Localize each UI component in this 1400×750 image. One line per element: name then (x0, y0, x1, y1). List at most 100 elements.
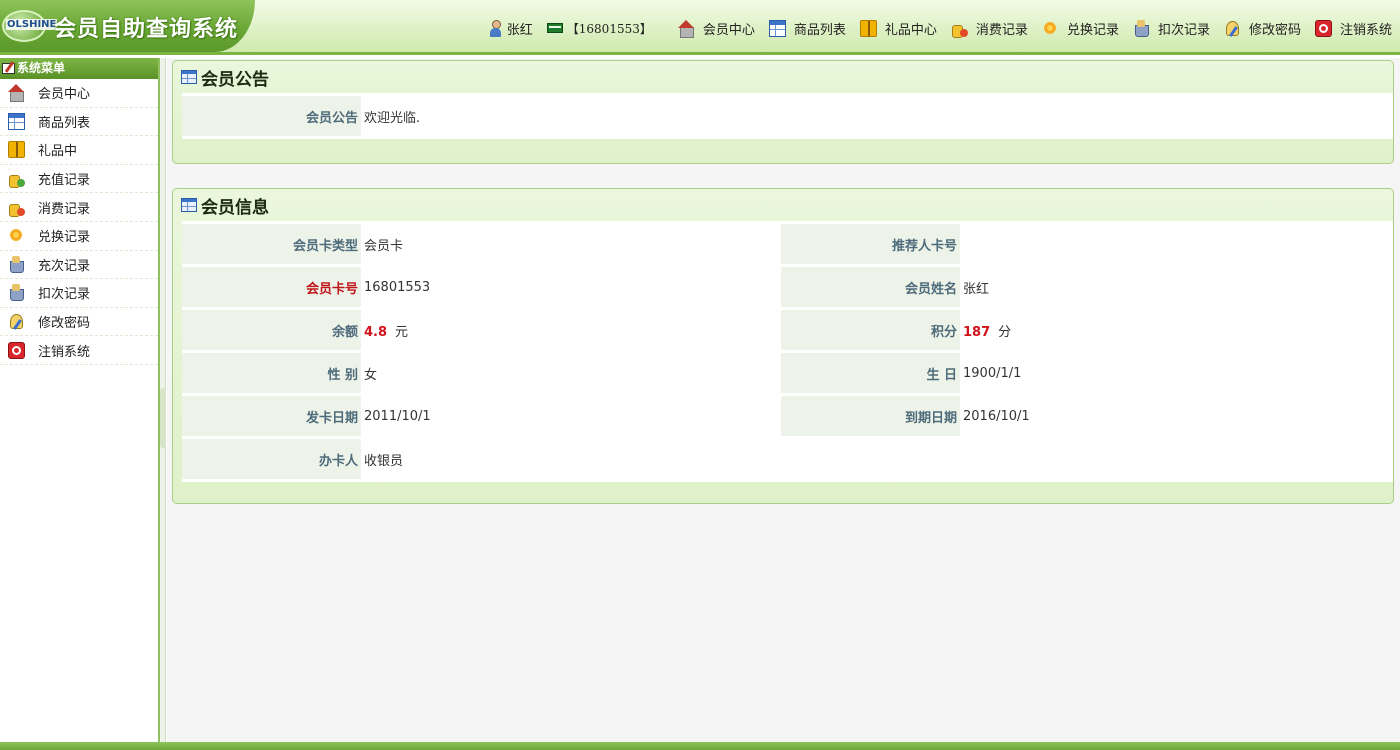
sidebar-item-label: 兑换记录 (38, 230, 91, 246)
flower-icon (1042, 20, 1059, 37)
coins-plus-icon (8, 170, 25, 189)
power-icon (1314, 19, 1332, 37)
sidebar-item-add-count-records[interactable]: 充次记录 (0, 251, 158, 280)
sidebar-item-member-center[interactable]: 会员中心 (0, 79, 158, 108)
top-header: OLSHINE 会员自助查询系统 张红 【16801553】 会员中心 商品列表… (0, 0, 1400, 55)
pencil-icon (1224, 20, 1241, 37)
points-label: 积分 (781, 310, 960, 350)
balance-unit: 元 (395, 324, 409, 340)
table-icon (8, 112, 25, 130)
sidebar-item-logout[interactable]: 注销系统 (0, 336, 158, 365)
nav-consumption-records[interactable]: 消费记录 (951, 19, 1028, 38)
nav-member-center[interactable]: 会员中心 (677, 19, 755, 38)
current-user: 张红 (487, 19, 533, 38)
sidebar-item-deduct-records[interactable]: 扣次记录 (0, 279, 158, 308)
issue-date-value: 2011/10/1 (361, 396, 781, 436)
power-icon (8, 341, 25, 359)
sidebar-item-label: 扣次记录 (38, 287, 91, 303)
notice-panel-title: 会员公告 (201, 69, 269, 90)
gift-icon (859, 19, 877, 37)
notice-table: 会员公告 欢迎光临. (182, 93, 1393, 139)
table-icon (181, 70, 197, 84)
sidebar-item-label: 充值记录 (38, 173, 91, 189)
sidebar-item-label: 会员中心 (38, 87, 91, 103)
expiry-date-label: 到期日期 (781, 396, 960, 436)
nav-exchange-records[interactable]: 兑换记录 (1042, 19, 1119, 38)
member-info-header: 会员信息 (173, 189, 1393, 221)
notice-panel: 会员公告 会员公告 欢迎光临. (172, 60, 1394, 164)
bottom-bar (0, 742, 1400, 750)
person-icon (487, 19, 504, 37)
points-value: 187 (963, 324, 991, 340)
table-icon (768, 19, 786, 37)
birthday-value: 1900/1/1 (960, 353, 1393, 393)
house-icon (677, 19, 695, 38)
table-row: 办卡人 收银员 (182, 439, 1393, 479)
empty-cell (781, 439, 1393, 479)
brand-name: OLSHINE (6, 19, 58, 30)
notice-panel-header: 会员公告 (173, 61, 1393, 93)
coins-icon (951, 20, 968, 38)
card-type-value: 会员卡 (361, 224, 781, 264)
nav-label: 修改密码 (1248, 22, 1301, 38)
sidebar-title-text: 系统菜单 (17, 61, 66, 75)
nav-change-password[interactable]: 修改密码 (1224, 19, 1301, 38)
card-number-display: 【16801553】 (566, 21, 652, 36)
balance-value: 4.8 (364, 324, 388, 340)
gift-icon (8, 141, 25, 159)
nav-label: 兑换记录 (1066, 22, 1119, 38)
member-info-title: 会员信息 (201, 197, 269, 218)
member-name-value: 张红 (960, 267, 1393, 307)
main-content: 会员公告 会员公告 欢迎光临. 会员信息 会员卡类型 会员卡 推荐人卡号 会员卡… (167, 58, 1400, 742)
nav-gift-center[interactable]: 礼品中心 (859, 19, 937, 38)
card-number-label: 会员卡号 (182, 267, 361, 307)
sidebar-item-label: 修改密码 (38, 316, 91, 332)
table-row: 余额 4.8 元 积分 187 分 (182, 310, 1393, 350)
table-row: 会员卡类型 会员卡 推荐人卡号 (182, 224, 1393, 264)
sidebar-item-recharge-records[interactable]: 充值记录 (0, 165, 158, 194)
balance-cell: 4.8 元 (361, 310, 781, 350)
card-number-value: 16801553 (361, 267, 781, 307)
birthday-label: 生 日 (781, 353, 960, 393)
points-cell: 187 分 (960, 310, 1393, 350)
referrer-label: 推荐人卡号 (781, 224, 960, 264)
basket-icon (1133, 19, 1150, 37)
logo-area: OLSHINE 会员自助查询系统 (0, 0, 255, 52)
nav-label: 礼品中心 (884, 22, 937, 38)
memo-icon (2, 63, 15, 74)
member-name-label: 会员姓名 (781, 267, 960, 307)
basket-icon (8, 255, 25, 273)
expiry-date-value: 2016/10/1 (960, 396, 1393, 436)
balance-label: 余额 (182, 310, 361, 350)
basket-icon (8, 284, 25, 302)
splitter-handle[interactable] (160, 388, 166, 448)
notice-label: 会员公告 (182, 96, 361, 136)
coins-icon (8, 199, 25, 217)
nav-logout[interactable]: 注销系统 (1314, 19, 1392, 38)
member-info-table: 会员卡类型 会员卡 推荐人卡号 会员卡号 16801553 会员姓名 张红 余额… (182, 221, 1393, 482)
sidebar-item-label: 注销系统 (38, 344, 91, 360)
sidebar: 系统菜单 会员中心 商品列表 礼品中 充值记录 消费记录 兑换记录 充次记录 扣… (0, 58, 160, 742)
table-row: 会员卡号 16801553 会员姓名 张红 (182, 267, 1393, 307)
member-info-body: 会员卡类型 会员卡 推荐人卡号 会员卡号 16801553 会员姓名 张红 余额… (182, 221, 1393, 482)
operator-value: 收银员 (361, 439, 781, 479)
table-row: 发卡日期 2011/10/1 到期日期 2016/10/1 (182, 396, 1393, 436)
nav-deduct-records[interactable]: 扣次记录 (1133, 19, 1210, 38)
app-title: 会员自助查询系统 (54, 17, 239, 42)
sidebar-item-label: 礼品中 (38, 144, 78, 160)
pencil-icon (8, 313, 25, 330)
sidebar-item-gift-center[interactable]: 礼品中 (0, 136, 158, 165)
sidebar-item-label: 消费记录 (38, 201, 91, 217)
sidebar-splitter[interactable] (160, 58, 166, 742)
nav-product-list[interactable]: 商品列表 (768, 19, 846, 38)
table-icon (181, 198, 197, 212)
sidebar-title: 系统菜单 (0, 58, 158, 79)
flower-icon (8, 227, 25, 244)
sidebar-item-consumption-records[interactable]: 消费记录 (0, 193, 158, 222)
gender-label: 性 别 (182, 353, 361, 393)
house-icon (8, 84, 25, 103)
referrer-value (960, 224, 1393, 264)
sidebar-item-change-password[interactable]: 修改密码 (0, 308, 158, 337)
sidebar-item-exchange-records[interactable]: 兑换记录 (0, 222, 158, 251)
sidebar-item-product-list[interactable]: 商品列表 (0, 108, 158, 137)
